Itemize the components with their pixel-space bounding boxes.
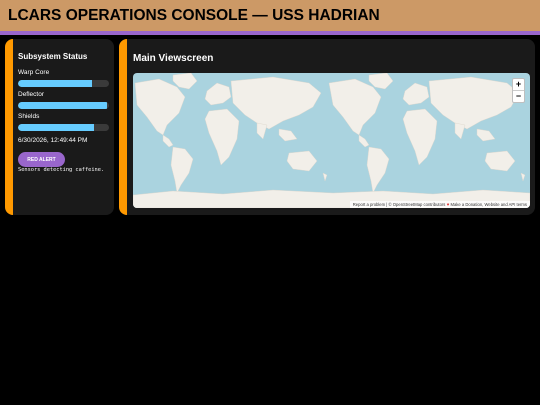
world-map[interactable]: + − Report a problem | © OpenStreetMap c… [133,73,530,208]
report-problem-link[interactable]: Report a problem [353,202,385,207]
subsystem-panel: Subsystem Status Warp Core Deflector Shi… [5,39,114,215]
land-india [256,122,268,140]
land-africa-east [402,108,438,166]
panel-stripe [5,39,13,215]
land-europe [204,82,232,106]
terms-link[interactable]: Website and API terms [484,202,527,207]
stardate-timestamp: 6/30/2026, 12:49:44 PM [18,137,88,144]
subsystem-panel-title: Subsystem Status [18,52,88,61]
viewscreen-panel: Main Viewscreen + − Report a problem | ©… [119,39,535,215]
land-asia-east [428,76,520,130]
land-central-america-east [358,134,370,148]
panel-stripe [119,39,127,215]
map-tiles [133,73,530,208]
shields-bar [18,124,109,131]
subsystem-label-warp-core: Warp Core [18,69,50,76]
heart-icon: ♥ [446,202,450,207]
warp-core-bar-fill [18,80,92,87]
zoom-out-button[interactable]: − [513,90,524,102]
land-asia [230,76,322,130]
status-message: Sensors detecting caffeine. [18,167,105,173]
deflector-bar-fill [18,102,108,109]
viewscreen-title: Main Viewscreen [133,53,214,64]
land-australia-east [484,150,516,172]
donate-link[interactable]: Make a Donation [450,202,482,207]
land-southeast-asia-east [476,128,496,142]
map-attribution: Report a problem | © OpenStreetMap contr… [349,201,530,208]
land-north-america-east [328,78,382,136]
deflector-bar [18,102,109,109]
land-new-zealand-east [520,172,526,182]
warp-core-bar [18,80,109,87]
attribution-separator: | © [385,202,393,207]
subsystem-label-deflector: Deflector [18,91,45,98]
shields-bar-fill [18,124,95,131]
zoom-control: + − [512,78,525,103]
land-india-east [454,122,466,140]
header-bar: LCARS OPERATIONS CONSOLE — USS HADRIAN [0,0,540,35]
land-southeast-asia [278,128,298,142]
land-africa [204,108,240,166]
red-alert-button[interactable]: RED ALERT [18,152,65,167]
land-south-america-west [170,146,194,194]
land-australia [286,150,318,172]
console-title: LCARS OPERATIONS CONSOLE — USS HADRIAN [8,7,380,24]
land-new-zealand [322,172,328,182]
land-europe-east [402,82,430,106]
subsystem-label-shields: Shields [18,113,40,120]
land-central-america-west [162,134,174,148]
land-greenland-east [368,73,394,90]
land-south-america-east [366,146,390,194]
land-north-america-west [134,78,186,136]
zoom-in-button[interactable]: + [513,79,524,90]
osm-contributors-link[interactable]: OpenStreetMap contributors [393,202,446,207]
land-greenland-west [172,73,198,90]
